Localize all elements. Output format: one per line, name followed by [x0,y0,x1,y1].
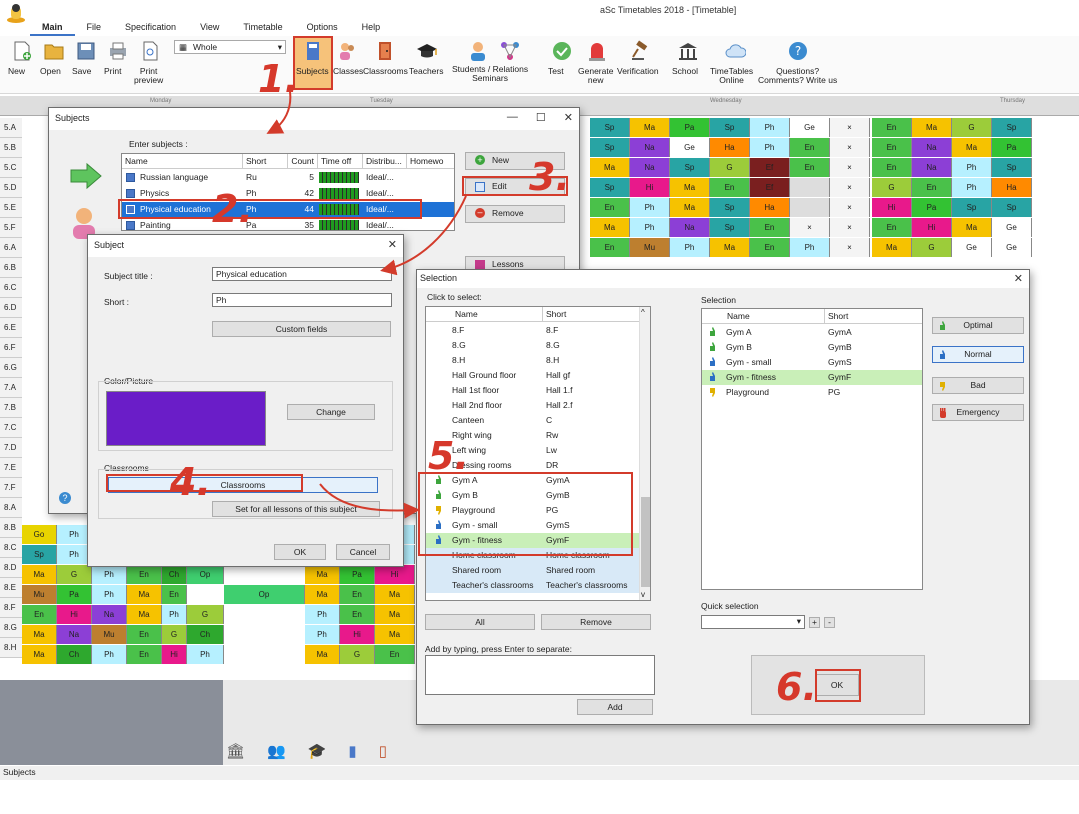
arrow-4 [319,483,420,519]
arrow-1 [266,91,292,134]
annotation-arrows [266,91,467,519]
arrow-3 [380,195,467,276]
